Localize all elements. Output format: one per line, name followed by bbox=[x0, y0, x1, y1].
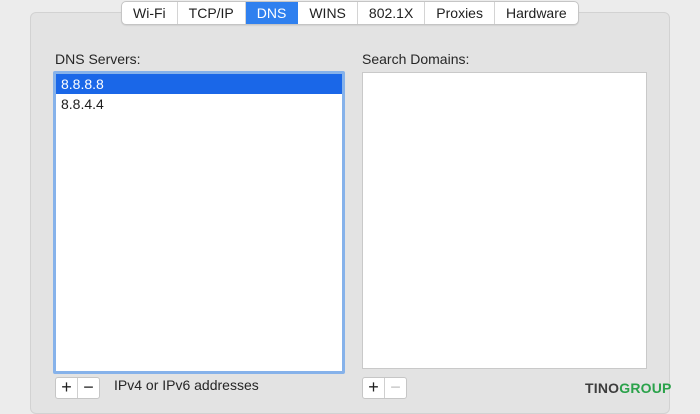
remove-search-domain-button[interactable]: − bbox=[384, 378, 406, 398]
tab-wins[interactable]: WINS bbox=[298, 2, 358, 24]
watermark-logo: TINOGROUP bbox=[585, 380, 672, 396]
watermark-part2: GROUP bbox=[619, 380, 672, 396]
tab-dns[interactable]: DNS bbox=[245, 2, 299, 24]
dns-servers-label: DNS Servers: bbox=[55, 51, 141, 67]
list-item[interactable]: 8.8.8.8 bbox=[56, 74, 342, 94]
tab-8021x[interactable]: 802.1X bbox=[358, 2, 426, 24]
tab-bar: Wi-Fi TCP/IP DNS WINS 802.1X Proxies Har… bbox=[121, 1, 579, 25]
tab-hardware[interactable]: Hardware bbox=[495, 2, 578, 24]
search-domains-list[interactable] bbox=[362, 72, 647, 369]
watermark-part1: TINO bbox=[585, 380, 620, 396]
list-item[interactable]: 8.8.4.4 bbox=[56, 94, 342, 114]
search-domains-label: Search Domains: bbox=[362, 51, 470, 67]
add-search-domain-button[interactable]: + bbox=[363, 378, 384, 398]
tab-wifi[interactable]: Wi-Fi bbox=[122, 2, 178, 24]
dns-add-remove-group: + − bbox=[55, 377, 100, 399]
tab-tcpip[interactable]: TCP/IP bbox=[178, 2, 246, 24]
tab-proxies[interactable]: Proxies bbox=[425, 2, 495, 24]
dns-servers-list[interactable]: 8.8.8.8 8.8.4.4 bbox=[53, 71, 345, 374]
remove-dns-button[interactable]: − bbox=[77, 378, 99, 398]
dns-hint-text: IPv4 or IPv6 addresses bbox=[114, 377, 259, 393]
add-dns-button[interactable]: + bbox=[56, 378, 77, 398]
search-add-remove-group: + − bbox=[362, 377, 407, 399]
